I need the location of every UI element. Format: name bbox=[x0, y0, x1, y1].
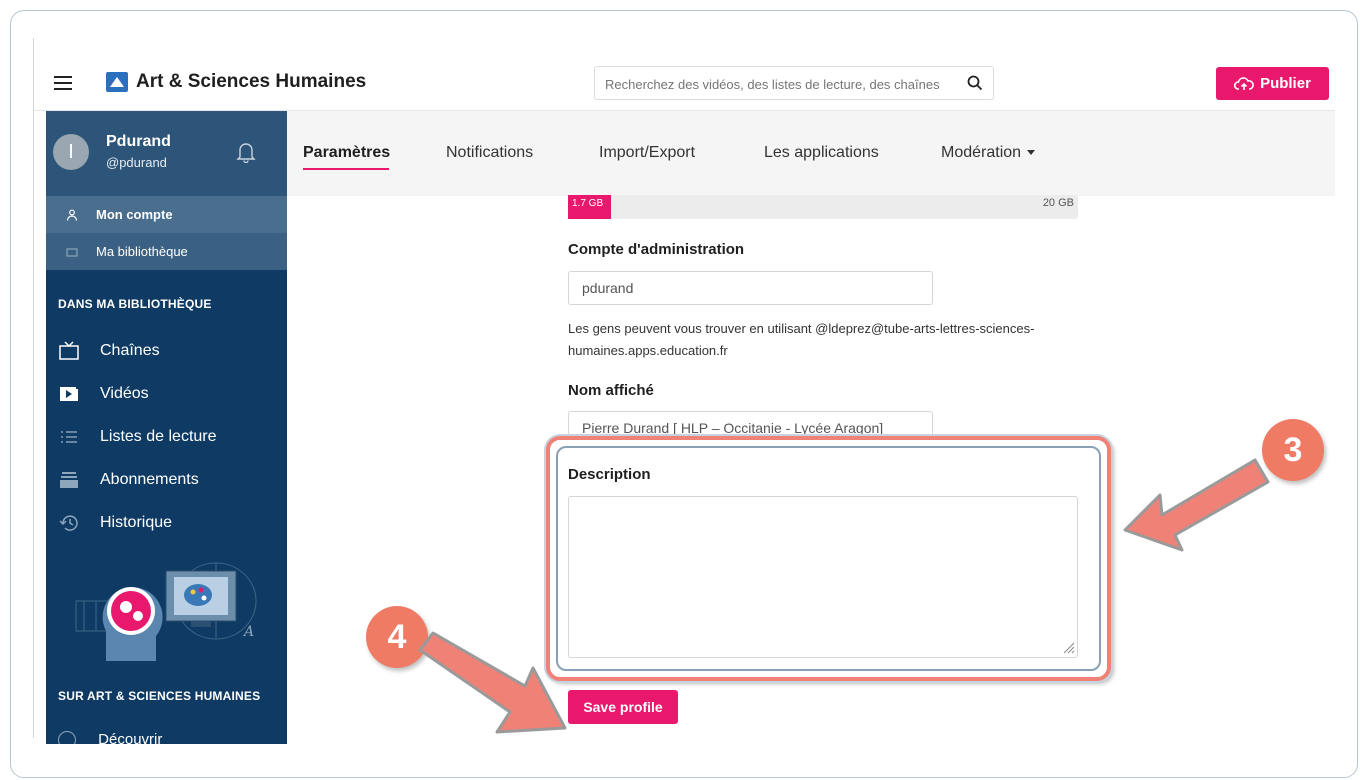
tv-icon bbox=[58, 340, 80, 362]
section-title-site: SUR ART & SCIENCES HUMAINES bbox=[58, 689, 261, 703]
cloud-upload-icon bbox=[1234, 76, 1254, 90]
sidebar: I Pdurand @pdurand Mon compte Ma bibliot… bbox=[46, 111, 287, 744]
description-label: Description bbox=[568, 466, 651, 483]
list-icon bbox=[58, 426, 80, 448]
sidebar-item-historique[interactable]: Historique bbox=[46, 503, 287, 543]
brand-logo-icon[interactable] bbox=[106, 72, 128, 92]
sidebar-item-mon-compte[interactable]: Mon compte bbox=[46, 196, 287, 233]
sidebar-item-label: Listes de lecture bbox=[100, 428, 217, 445]
brand-title[interactable]: Art & Sciences Humaines bbox=[136, 71, 366, 93]
callout-3: 3 bbox=[1262, 419, 1324, 481]
user-block: I Pdurand @pdurand bbox=[46, 111, 287, 196]
sidebar-item-label: Historique bbox=[100, 514, 173, 531]
admin-account-field[interactable] bbox=[568, 271, 933, 305]
history-icon bbox=[58, 512, 80, 534]
video-icon bbox=[58, 383, 80, 405]
mascot-illustration: A bbox=[75, 562, 257, 661]
top-bar: Art & Sciences Humaines Publier bbox=[34, 55, 1335, 111]
search-icon[interactable] bbox=[967, 75, 983, 91]
storage-quota-fill: 1.7 GB bbox=[568, 195, 612, 219]
sidebar-item-label: Abonnements bbox=[100, 471, 199, 488]
tab-applications[interactable]: Les applications bbox=[764, 144, 879, 162]
search-box[interactable] bbox=[594, 66, 994, 100]
tab-moderation-label: Modération bbox=[941, 144, 1022, 161]
sidebar-item-label: Mon compte bbox=[96, 207, 173, 222]
sidebar-item-label: Ma bibliothèque bbox=[96, 244, 188, 259]
active-tab-indicator bbox=[303, 168, 389, 170]
menu-icon[interactable] bbox=[54, 76, 72, 90]
bell-icon[interactable] bbox=[236, 141, 256, 163]
sidebar-item-listes[interactable]: Listes de lecture bbox=[46, 417, 287, 457]
window-edge bbox=[33, 38, 34, 738]
svg-text:A: A bbox=[242, 624, 254, 640]
user-name[interactable]: Pdurand bbox=[106, 133, 171, 151]
section-title-library: DANS MA BIBLIOTHÈQUE bbox=[58, 297, 212, 311]
avatar[interactable]: I bbox=[53, 134, 89, 170]
globe-icon bbox=[58, 731, 76, 744]
save-profile-button[interactable]: Save profile bbox=[568, 690, 678, 724]
description-textarea[interactable] bbox=[568, 496, 1078, 658]
storage-quota-max: 20 GB bbox=[1042, 197, 1074, 209]
sidebar-item-ma-bibliotheque[interactable]: Ma bibliothèque bbox=[46, 233, 287, 270]
publish-button[interactable]: Publier bbox=[1216, 67, 1329, 100]
search-input[interactable] bbox=[605, 73, 955, 95]
resize-grip-icon[interactable] bbox=[1061, 640, 1075, 654]
tab-moderation[interactable]: Modération bbox=[941, 144, 1036, 162]
arrow-4-icon bbox=[418, 631, 567, 734]
inbox-icon bbox=[58, 469, 80, 491]
tab-import-export[interactable]: Import/Export bbox=[599, 144, 695, 162]
storage-quota-bar: 1.7 GB 20 GB bbox=[568, 195, 1078, 219]
sidebar-item-chaines[interactable]: Chaînes bbox=[46, 331, 287, 371]
help-text: Les gens peuvent vous trouver en utilisa… bbox=[568, 321, 1035, 358]
chevron-down-icon bbox=[1027, 150, 1036, 156]
tab-notifications[interactable]: Notifications bbox=[446, 144, 533, 162]
sidebar-item-label: Découvrir bbox=[98, 731, 163, 744]
sidebar-item-abonnements[interactable]: Abonnements bbox=[46, 460, 287, 500]
user-handle: @pdurand bbox=[106, 155, 167, 170]
display-name-label: Nom affiché bbox=[568, 382, 654, 399]
sidebar-item-videos[interactable]: Vidéos bbox=[46, 374, 287, 414]
arrow-3-icon bbox=[1123, 458, 1270, 552]
tab-parametres[interactable]: Paramètres bbox=[303, 144, 390, 162]
folder-icon bbox=[64, 244, 80, 260]
user-icon bbox=[64, 207, 80, 223]
settings-tabs: Paramètres Notifications Import/Export L… bbox=[287, 111, 1335, 196]
admin-account-label: Compte d'administration bbox=[568, 241, 745, 258]
sidebar-item-label: Vidéos bbox=[100, 385, 149, 402]
sidebar-item-decouvrir[interactable]: Découvrir bbox=[58, 731, 162, 744]
sidebar-item-label: Chaînes bbox=[100, 342, 160, 359]
publish-label: Publier bbox=[1260, 75, 1311, 92]
